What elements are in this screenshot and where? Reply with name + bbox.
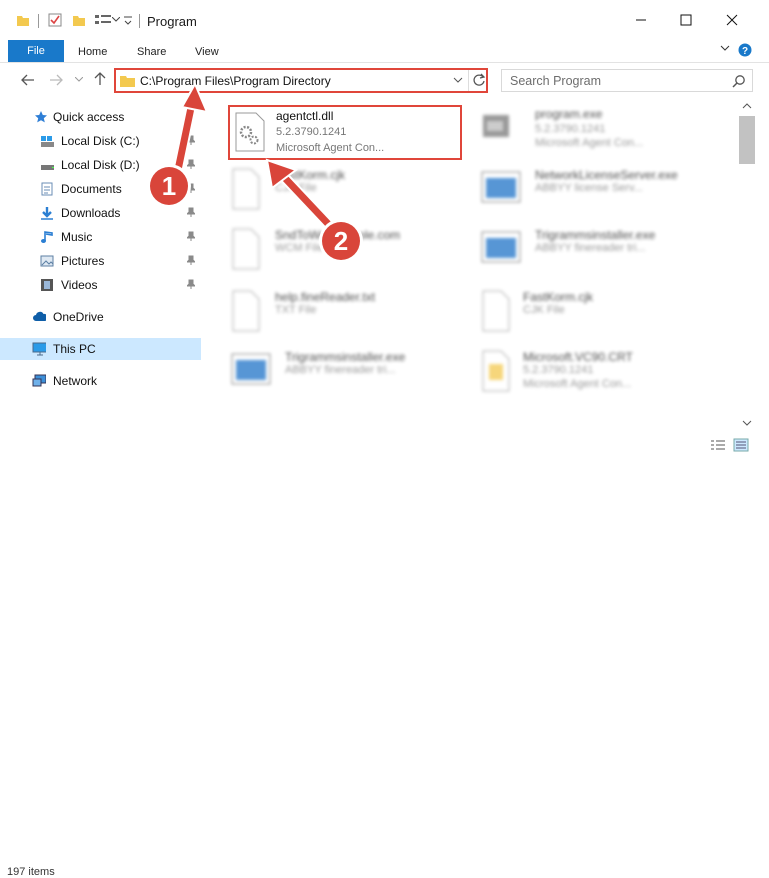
arrow-1 — [172, 81, 209, 176]
callout-1: 1 — [150, 167, 188, 205]
item-count: 197 items — [7, 866, 55, 878]
callout-2: 2 — [322, 222, 360, 260]
arrow-2 — [265, 158, 338, 234]
annotation-overlay — [172, 81, 338, 234]
